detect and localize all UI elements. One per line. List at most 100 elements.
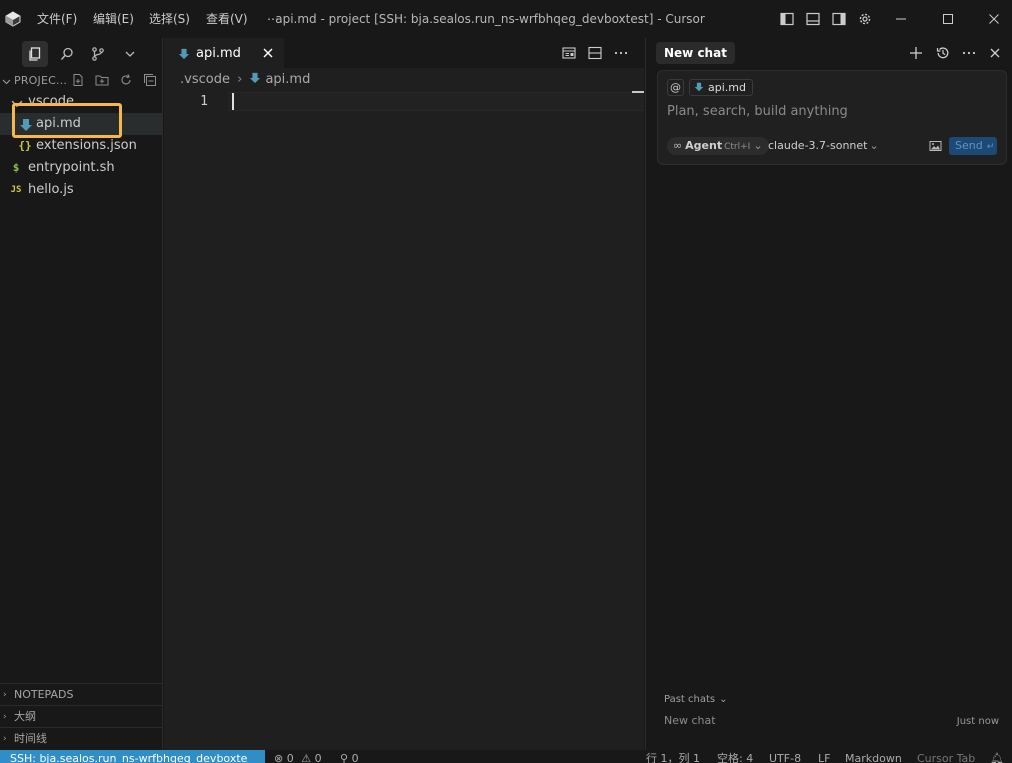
send-button[interactable]: Send ↵ (949, 137, 997, 155)
search-view-button[interactable] (54, 41, 80, 67)
tree-item-label: hello.js (28, 182, 74, 197)
explorer-sidebar: PROJEC... .vscode api.md {} extensions.j… (0, 38, 163, 750)
ports-indicator[interactable]: ⚲ 0 (340, 751, 359, 763)
past-chats-toggle[interactable]: Past chats ⌄ (664, 693, 728, 707)
cursor-position[interactable]: 行 1，列 1 (646, 751, 700, 763)
chevron-down-icon: ⌄ (869, 139, 879, 152)
source-control-view-button[interactable] (85, 41, 111, 67)
refresh-explorer-icon[interactable] (119, 73, 133, 87)
send-label: Send (955, 139, 983, 152)
new-file-icon[interactable] (71, 73, 85, 87)
chevron-down-icon (125, 51, 135, 57)
ports-icon: ⚲ (340, 752, 349, 763)
chevron-right-icon: › (3, 734, 7, 744)
breadcrumb-file[interactable]: api.md (265, 72, 310, 87)
model-selector[interactable]: claude-3.7-sonnet ⌄ (768, 138, 879, 154)
error-icon: ⊗ (274, 752, 284, 763)
maximize-icon[interactable] (940, 11, 956, 27)
chat-tab-new-chat[interactable]: New chat (656, 42, 735, 64)
menu-edit[interactable]: 编辑(E) (93, 11, 134, 27)
chevron-right-icon: › (3, 690, 7, 700)
editor-tab-bar: api.md (164, 38, 644, 68)
chevron-down-icon (2, 79, 11, 85)
editor-area: api.md .vscode › api.md 1 (164, 38, 644, 750)
open-preview-icon[interactable] (561, 45, 577, 61)
past-chat-time: Just now (956, 716, 999, 727)
problems-indicator[interactable]: ⊗ 0 ⚠ 0 (274, 751, 322, 763)
collapse-folders-icon[interactable] (143, 73, 157, 87)
breadcrumb: .vscode › api.md (180, 72, 310, 88)
infinity-icon: ∞ (673, 139, 683, 152)
markdown-icon (694, 82, 704, 92)
toggle-primary-sidebar-icon[interactable] (779, 11, 795, 27)
chevron-down-icon: ⌄ (753, 139, 763, 152)
more-actions-icon[interactable] (961, 45, 977, 61)
tree-file-entrypoint-sh[interactable]: $ entrypoint.sh (0, 157, 163, 179)
language-mode[interactable]: Markdown (845, 751, 902, 763)
settings-gear-icon[interactable] (857, 11, 873, 27)
toggle-panel-icon[interactable] (805, 11, 821, 27)
plus-icon[interactable] (908, 45, 924, 61)
chat-panel: New chat @ api.md Plan, search, build an… (645, 38, 1012, 750)
section-label: 大纲 (14, 710, 36, 723)
tree-file-extensions-json[interactable]: {} extensions.json (0, 135, 163, 157)
chevron-right-icon: › (3, 712, 7, 722)
add-context-button[interactable]: @ (667, 79, 684, 96)
line-ending[interactable]: LF (818, 751, 830, 763)
tab-label: api.md (196, 46, 241, 61)
tree-file-api-md[interactable]: api.md (0, 113, 163, 135)
context-file-label: api.md (708, 81, 746, 94)
line-number: 1 (200, 94, 208, 109)
menu-file[interactable]: 文件(F) (37, 11, 77, 27)
tree-item-label: extensions.json (36, 138, 137, 153)
tab-api-md[interactable]: api.md (164, 38, 284, 68)
toggle-secondary-sidebar-icon[interactable] (831, 11, 847, 27)
chat-composer[interactable]: @ api.md Plan, search, build anything ∞ A… (657, 70, 1007, 165)
context-file-chip[interactable]: api.md (689, 79, 753, 96)
tree-folder-vscode[interactable]: .vscode (0, 91, 163, 113)
history-icon[interactable] (935, 45, 951, 61)
status-bar: SSH: bja.sealos.run_ns-wrfbhqeg_devboxte… (0, 750, 1012, 763)
chevron-down-icon (11, 100, 23, 108)
section-notepads[interactable]: › NOTEPADS (0, 683, 163, 705)
encoding[interactable]: UTF-8 (769, 751, 801, 763)
tree-item-label: api.md (36, 116, 81, 131)
breadcrumb-folder[interactable]: .vscode (180, 72, 230, 87)
tree-item-label: .vscode (24, 94, 74, 109)
cursor-logo-icon (5, 11, 21, 27)
remote-indicator[interactable]: SSH: bja.sealos.run_ns-wrfbhqeg_devboxte (0, 750, 265, 763)
past-chat-title[interactable]: New chat (664, 714, 716, 728)
section-outline[interactable]: › 大纲 (0, 705, 163, 727)
cursor-tab-status[interactable]: Cursor Tab (917, 751, 975, 763)
files-icon (29, 47, 41, 61)
menu-selection[interactable]: 选择(S) (149, 11, 190, 27)
markdown-icon (250, 72, 261, 84)
close-tab-icon[interactable] (262, 47, 274, 59)
menu-view[interactable]: 查看(V) (206, 11, 248, 27)
minimize-icon[interactable] (893, 11, 909, 27)
js-icon: JS (10, 185, 22, 195)
explorer-view-button[interactable] (22, 41, 48, 67)
new-folder-icon[interactable] (95, 73, 109, 87)
warning-count: 0 (314, 752, 322, 763)
notifications-bell-icon[interactable]: 🔔︎ (990, 751, 1004, 763)
split-editor-icon[interactable] (587, 45, 603, 61)
chat-input[interactable]: Plan, search, build anything (667, 104, 848, 120)
source-control-icon (92, 47, 104, 61)
indentation[interactable]: 空格: 4 (717, 751, 753, 763)
close-window-icon[interactable] (986, 11, 1002, 27)
close-icon[interactable] (987, 45, 1003, 61)
more-actions-icon[interactable] (613, 45, 629, 61)
mode-selector[interactable]: ∞ Agent Ctrl+I ⌄ (667, 137, 769, 155)
tree-file-hello-js[interactable]: JS hello.js (0, 179, 163, 201)
markdown-icon (178, 48, 190, 60)
minimap-slider[interactable] (632, 91, 644, 93)
image-icon[interactable] (929, 140, 942, 152)
title-bar: 文件(F) 编辑(E) 选择(S) 查看(V) ⋯ api.md - proje… (0, 0, 1012, 38)
more-views-button[interactable] (117, 41, 143, 67)
warning-icon: ⚠ (301, 752, 312, 763)
markdown-icon (20, 119, 32, 131)
section-timeline[interactable]: › 时间线 (0, 727, 163, 749)
chevron-down-icon: ⌄ (719, 694, 728, 705)
text-cursor (232, 93, 234, 110)
